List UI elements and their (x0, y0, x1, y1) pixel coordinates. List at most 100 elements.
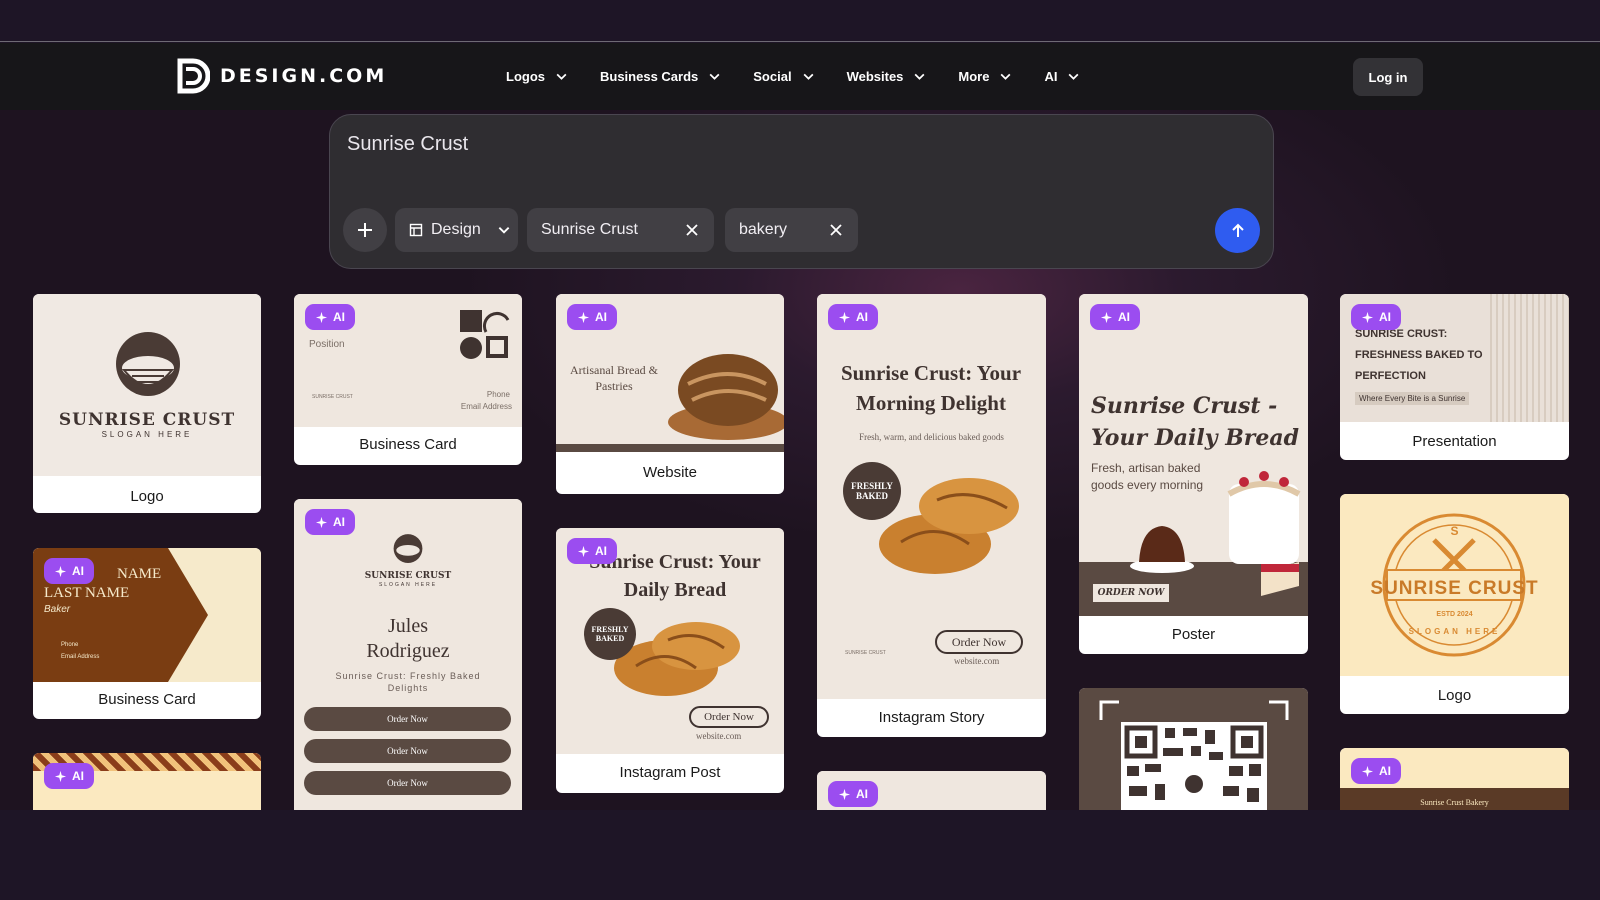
logo-brand-text: SUNRISE CRUST (58, 410, 236, 430)
nav-business-cards[interactable]: Business Cards (600, 69, 721, 84)
phone-text: Phone (486, 390, 510, 399)
slogan-text: SLOGAN HERE (378, 582, 438, 588)
sparkle-icon (54, 770, 67, 782)
brand-name: DESIGN.COM (220, 65, 388, 87)
ai-badge-text: AI (595, 310, 607, 324)
result-card-partial[interactable]: AI (33, 753, 261, 810)
sparkle-icon (315, 516, 328, 528)
poster-title: Sunrise Crust - Your Daily Bread (1091, 393, 1300, 451)
bottom-band (0, 810, 1600, 900)
result-card-website[interactable]: AI Artisanal Bread & Pastries Website (556, 294, 784, 494)
nav-more[interactable]: More (958, 69, 1012, 84)
chevron-down-icon (803, 73, 814, 80)
result-card-business-card[interactable]: AI NAME LAST NAME Baker Phone Email Addr… (33, 548, 261, 719)
chevron-down-icon (709, 73, 720, 80)
card-label: Instagram Story (878, 709, 985, 726)
tag-label: Sunrise Crust (541, 221, 638, 238)
website-url: website.com (954, 656, 1000, 666)
ai-badge-text: AI (595, 544, 607, 558)
plus-icon (358, 223, 372, 237)
close-icon[interactable] (682, 220, 702, 240)
result-card-instagram-story[interactable]: AI Sunrise Crust: Your Morning Delight F… (817, 294, 1046, 737)
card-thumbnail: AI Sunrise Crust - Your Daily Bread Fres… (1079, 294, 1308, 616)
order-button: Order Now (304, 739, 511, 763)
logo-est-text: ESTD 2024 (1436, 611, 1473, 618)
website-title: Sunrise Crust Bakery (1420, 798, 1489, 807)
card-thumbnail: AI NAME LAST NAME Baker Phone Email Addr… (33, 548, 261, 682)
card-thumbnail: AI Sunrise Crust: Your Daily Bread FRESH… (556, 528, 784, 754)
card-thumbnail (1079, 688, 1308, 810)
ai-badge: AI (828, 304, 878, 330)
tag-label: bakery (739, 221, 788, 238)
ai-badge: AI (305, 304, 355, 330)
card-label: Logo (1437, 687, 1472, 704)
ai-badge-text: AI (1118, 310, 1130, 324)
search-box: Sunrise Crust Design Sunrise Crust baker… (329, 114, 1274, 269)
result-card-partial[interactable]: AI (817, 771, 1046, 810)
nav-websites[interactable]: Websites (847, 69, 927, 84)
chocolate-cake-image (1130, 526, 1194, 573)
logo-slogan-text: SLOGAN HERE (1408, 627, 1501, 636)
ai-badge: AI (1090, 304, 1140, 330)
badge-text: FRESHLY BAKED (851, 481, 893, 501)
result-card-presentation[interactable]: AI SUNRISE CRUST: FRESHNESS BAKED TO PER… (1340, 294, 1569, 460)
card-phone-text: Phone (61, 642, 79, 648)
order-now-button: Order Now (935, 630, 1023, 654)
tag-chip[interactable]: Sunrise Crust (527, 208, 714, 252)
layout-icon (409, 223, 423, 237)
nav-social[interactable]: Social (753, 69, 814, 84)
story-title: Sunrise Crust: Your Morning Delight (840, 361, 1022, 415)
result-card-poster[interactable]: AI Sunrise Crust - Your Daily Bread Fres… (1079, 294, 1308, 654)
card-thumbnail: AI Sunrise Crust: Your Morning Delight F… (817, 294, 1046, 699)
presentation-title: SUNRISE CRUST: FRESHNESS BAKED TO PERFEC… (1355, 328, 1483, 382)
nav-label: AI (1044, 68, 1058, 84)
sparkle-icon (1361, 311, 1374, 323)
tagline-text: Sunrise Crust: Freshly Baked Delights (335, 671, 481, 693)
sparkle-icon (1361, 765, 1374, 777)
result-card-website[interactable]: AI Sunrise Crust Bakery (1340, 748, 1569, 810)
nav-label: Business Cards (600, 68, 699, 84)
card-thumbnail: AI Position SUNRISE CRUST Phone Email Ad… (294, 294, 522, 427)
design-type-select[interactable]: Design (395, 208, 518, 252)
result-card-instagram-post[interactable]: AI Sunrise Crust: Your Daily Bread FRESH… (556, 528, 784, 793)
position-text: Position (309, 339, 345, 350)
bread-loaf-image (668, 354, 784, 440)
website-url: website.com (696, 731, 742, 741)
order-button: Order Now (304, 771, 511, 795)
person-last-name: Rodriguez (366, 640, 450, 662)
search-query-text[interactable]: Sunrise Crust (347, 133, 468, 156)
website-footer-strip (556, 444, 784, 452)
nav-label: Social (753, 68, 792, 84)
submit-button[interactable] (1215, 208, 1260, 253)
sparkle-icon (315, 311, 328, 323)
card-name-text: NAME (117, 566, 162, 582)
card-label: Website (643, 464, 697, 481)
card-label: Instagram Post (619, 764, 721, 781)
badge-text: FRESHLY BAKED (591, 625, 629, 643)
chevron-down-icon (556, 73, 567, 80)
order-now-badge: ORDER NOW (1093, 584, 1169, 602)
login-button[interactable]: Log in (1353, 58, 1423, 96)
ai-badge: AI (828, 781, 878, 807)
main-nav: Logos Business Cards Social Websites Mor… (506, 60, 1112, 92)
email-text: Email Address (460, 402, 512, 411)
result-card-logo[interactable]: S SUNRISE CRUST ESTD 2024 SLOGAN HERE Lo… (1340, 494, 1569, 714)
close-icon[interactable] (826, 220, 846, 240)
card-thumbnail: S SUNRISE CRUST ESTD 2024 SLOGAN HERE (1340, 494, 1569, 676)
ai-badge-text: AI (72, 564, 84, 578)
order-now-button: Order Now (689, 706, 769, 728)
result-card-logo[interactable]: SUNRISE CRUST SLOGAN HERE Logo (33, 294, 261, 513)
nav-label: More (958, 68, 990, 84)
nav-ai[interactable]: AI (1044, 69, 1080, 84)
result-card-qr-code[interactable] (1079, 688, 1308, 810)
logo-brand-text: SUNRISE CRUST (1370, 578, 1539, 599)
nav-logos[interactable]: Logos (506, 69, 568, 84)
bread-basket-icon (393, 534, 423, 563)
card-role-text: Baker (44, 604, 71, 615)
add-button[interactable] (343, 208, 387, 252)
tag-chip[interactable]: bakery (725, 208, 858, 252)
ai-badge-text: AI (856, 787, 868, 801)
brand-logo[interactable]: DESIGN.COM (176, 57, 387, 95)
result-card-business-card[interactable]: AI Position SUNRISE CRUST Phone Email Ad… (294, 294, 522, 465)
result-card-link-in-bio[interactable]: AI SUNRISE CRUST SLOGAN HERE Jules Rodri… (294, 499, 522, 810)
